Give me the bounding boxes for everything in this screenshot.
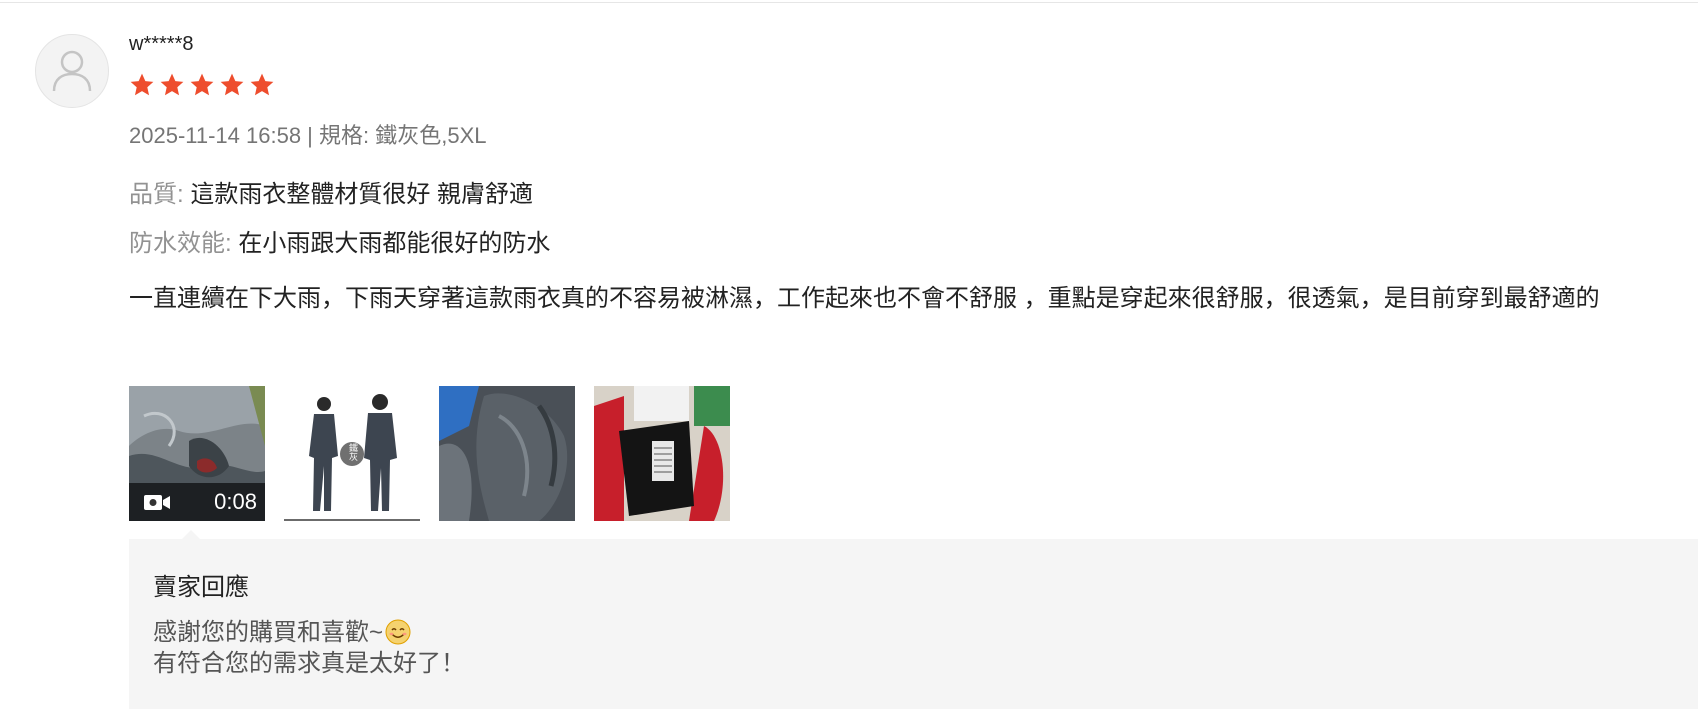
star-icon [130,73,154,96]
attribute-value: 這款雨衣整體材質很好 親膚舒適 [183,181,534,208]
seller-reply-line: 感謝您的購買和喜歡~ [153,617,465,648]
review-media: 0:08 鐵灰 [129,386,730,521]
review-page: w*****8 2025-11-14 16:58 | 規格: 鐵灰色,5XL 品… [0,0,1698,709]
attribute-value: 在小雨跟大雨都能很好的防水 [231,230,551,257]
photo-badge-text: 鐵灰 [347,442,358,462]
attribute-label: 品質: [129,181,184,208]
user-icon [52,50,92,92]
video-duration: 0:08 [214,489,257,514]
video-info-bar: 0:08 [129,483,265,521]
star-icon [190,73,214,96]
seller-reply: 賣家回應 感謝您的購買和喜歡~ 有符合您的需求真是太好了！ [129,539,1698,709]
seller-reply-line1: 感謝您的購買和喜歡~ [153,619,384,646]
review-photo[interactable]: 鐵灰 [284,386,420,521]
star-icon [250,73,274,96]
review-photo-image [439,386,575,521]
review-photo-image: 鐵灰 [284,386,420,521]
attribute-quality: 品質: 這款雨衣整體材質很好 親膚舒適 [129,174,533,209]
attribute-waterproof: 防水效能: 在小雨跟大雨都能很好的防水 [129,223,550,258]
seller-reply-title: 賣家回應 [153,574,249,601]
review-comment: 一直連續在下大雨，下雨天穿著這款雨衣真的不容易被淋濕，工作起來也不會不舒服 ，重… [129,285,1600,312]
rating-stars [129,72,275,98]
smiling-face-icon [385,619,411,645]
star-icon [160,73,184,96]
top-divider [0,2,1698,3]
seller-reply-line2: 有符合您的需求真是太好了！ [153,650,465,677]
review-photo[interactable] [594,386,730,521]
review-photo[interactable] [439,386,575,521]
attribute-label: 防水效能: [129,230,232,257]
avatar[interactable] [35,34,109,108]
review-meta: 2025-11-14 16:58 | 規格: 鐵灰色,5XL [129,123,487,148]
review-photo-image [594,386,730,521]
video-thumbnail[interactable]: 0:08 [129,386,265,521]
seller-reply-text: 感謝您的購買和喜歡~ 有符合您的需求真是太好了！ [153,617,465,679]
reviewer-username: w*****8 [129,33,194,55]
video-camera-icon [144,495,170,510]
star-icon [220,73,244,96]
